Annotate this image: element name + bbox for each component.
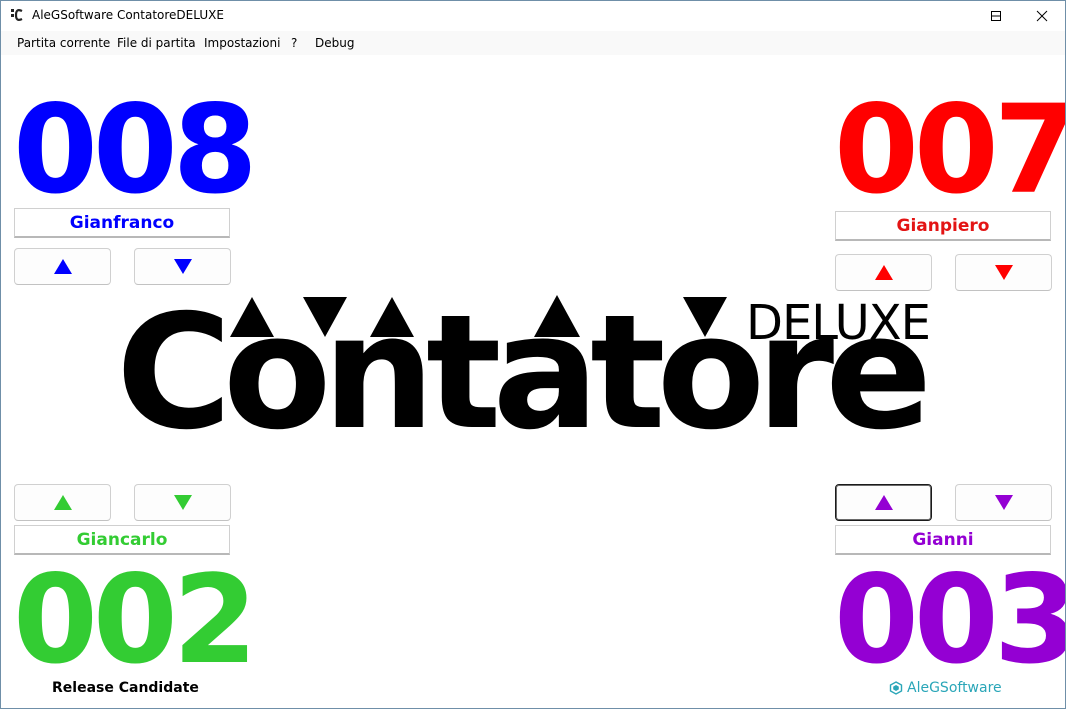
hexagon-logo-icon	[889, 681, 903, 695]
app-window: AleGSoftware ContatoreDELUXE Partita cor…	[0, 0, 1066, 709]
triangle-down-icon	[173, 495, 192, 510]
player1-decrement-button[interactable]	[134, 248, 231, 285]
logo-triangle-down-icon	[303, 297, 347, 337]
player3-increment-button[interactable]	[14, 484, 111, 521]
menu-bar: Partita corrente File di partita Imposta…	[1, 31, 1065, 55]
player4-score: 003	[834, 549, 1066, 691]
triangle-down-icon	[173, 259, 192, 274]
close-icon	[1036, 10, 1048, 22]
maximize-button[interactable]	[973, 1, 1019, 31]
player2-name[interactable]: Gianpiero	[835, 211, 1051, 241]
player3-decrement-button[interactable]	[134, 484, 231, 521]
logo-triangle-up-icon	[370, 297, 414, 337]
player3-score: 002	[13, 549, 258, 691]
logo-triangle-down-icon	[683, 297, 727, 337]
menu-help[interactable]: ?	[291, 36, 297, 50]
logo-triangle-up-icon	[230, 297, 274, 337]
title-bar: AleGSoftware ContatoreDELUXE	[1, 1, 1065, 31]
maximize-icon	[991, 11, 1001, 21]
menu-partita-corrente[interactable]: Partita corrente	[17, 36, 110, 50]
triangle-up-icon	[874, 265, 893, 280]
contatore-logo: Contatore DELUXE	[116, 293, 956, 453]
triangle-down-icon	[994, 495, 1013, 510]
triangle-up-icon	[53, 259, 72, 274]
window-title: AleGSoftware ContatoreDELUXE	[32, 8, 224, 22]
brand-name: AleGSoftware	[907, 680, 1002, 696]
player1-score: 008	[13, 79, 258, 221]
player2-decrement-button[interactable]	[955, 254, 1052, 291]
player4-increment-button[interactable]	[835, 484, 932, 521]
logo-deluxe: DELUXE	[746, 295, 931, 351]
player1-name[interactable]: Gianfranco	[14, 208, 230, 238]
player1-increment-button[interactable]	[14, 248, 111, 285]
app-icon	[11, 9, 23, 21]
release-label: Release Candidate	[52, 680, 199, 696]
logo-triangle-up-icon	[534, 295, 580, 337]
close-button[interactable]	[1019, 1, 1065, 31]
player2-score: 007	[834, 79, 1066, 221]
menu-impostazioni[interactable]: Impostazioni	[204, 36, 280, 50]
triangle-up-icon	[53, 495, 72, 510]
triangle-down-icon	[994, 265, 1013, 280]
player4-decrement-button[interactable]	[955, 484, 1052, 521]
menu-debug[interactable]: Debug	[315, 36, 354, 50]
menu-file-di-partita[interactable]: File di partita	[117, 36, 196, 50]
triangle-up-icon	[874, 495, 893, 510]
brand-footer: AleGSoftware	[889, 680, 1002, 696]
